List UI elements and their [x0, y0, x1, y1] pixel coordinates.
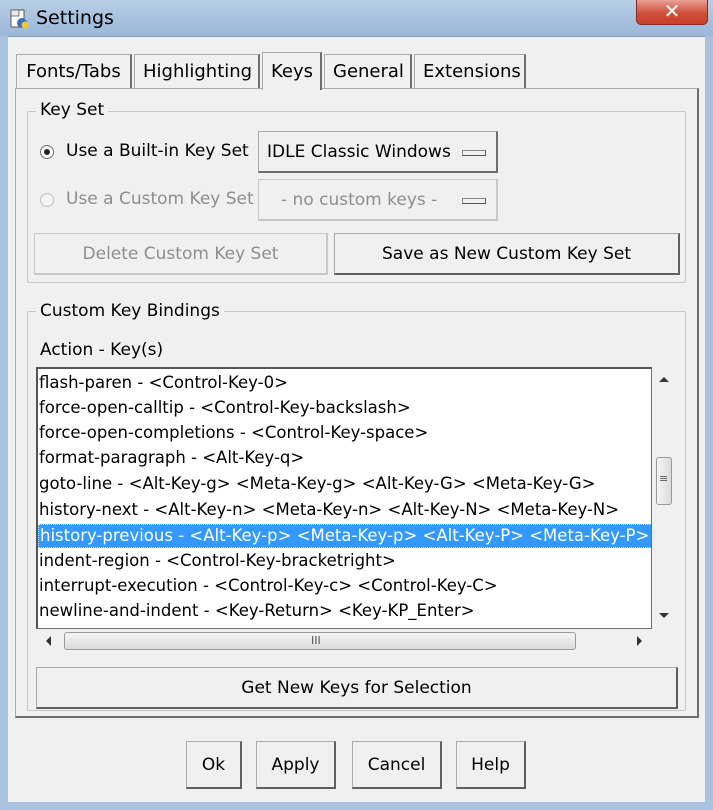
- idle-app-icon: [10, 9, 29, 29]
- close-icon: ✕: [663, 0, 681, 23]
- tab-highlighting[interactable]: Highlighting: [134, 54, 260, 88]
- list-item[interactable]: format-paragraph - <Alt-Key-q>: [38, 446, 651, 470]
- bindings-list-header: Action - Key(s): [40, 340, 164, 360]
- title-bar: Settings ✕: [0, 0, 713, 37]
- horizontal-scrollbar[interactable]: III: [36, 629, 652, 653]
- key-set-legend: Key Set: [36, 100, 109, 120]
- delete-custom-key-set-button[interactable]: Delete Custom Key Set: [34, 233, 328, 275]
- option-menu-indicator-icon: [462, 198, 486, 204]
- window-frame-left: [0, 36, 8, 810]
- scroll-up-arrow-icon[interactable]: [659, 376, 669, 383]
- tab-label: General: [333, 61, 404, 82]
- list-item[interactable]: flash-paren - <Control-Key-0>: [38, 371, 651, 395]
- list-item-selected[interactable]: history-previous - <Alt-Key-p> <Meta-Key…: [38, 524, 651, 548]
- key-bindings-list[interactable]: flash-paren - <Control-Key-0> force-open…: [36, 367, 652, 629]
- ok-button[interactable]: Ok: [186, 741, 242, 789]
- custom-key-set-menu[interactable]: - no custom keys -: [258, 179, 498, 221]
- tab-label: Highlighting: [143, 61, 253, 82]
- radio-dot: [44, 149, 50, 155]
- window-title: Settings: [36, 7, 114, 29]
- cancel-button[interactable]: Cancel: [352, 741, 442, 789]
- builtin-key-set-label[interactable]: Use a Built-in Key Set: [66, 141, 249, 161]
- scroll-grip-icon: ≡: [659, 472, 669, 485]
- builtin-key-set-menu[interactable]: IDLE Classic Windows: [258, 131, 498, 173]
- window-frame-bottom: [0, 802, 713, 810]
- list-item[interactable]: indent-region - <Control-Key-bracketrigh…: [38, 549, 651, 573]
- get-new-keys-button[interactable]: Get New Keys for Selection: [36, 667, 678, 709]
- custom-key-set-value: - no custom keys -: [281, 190, 438, 210]
- tab-extensions[interactable]: Extensions: [414, 54, 526, 88]
- tab-label: Fonts/Tabs: [26, 61, 121, 82]
- save-custom-key-set-button[interactable]: Save as New Custom Key Set: [334, 233, 680, 275]
- tab-keys[interactable]: Keys: [262, 52, 322, 90]
- tab-label: Keys: [271, 61, 314, 82]
- help-button[interactable]: Help: [456, 741, 526, 789]
- list-item[interactable]: force-open-calltip - <Control-Key-backsl…: [38, 396, 651, 420]
- list-item[interactable]: history-next - <Alt-Key-n> <Meta-Key-n> …: [38, 498, 651, 522]
- list-item[interactable]: interrupt-execution - <Control-Key-c> <C…: [38, 574, 651, 598]
- horizontal-scroll-thumb[interactable]: III: [64, 632, 576, 650]
- custom-key-set-radio[interactable]: [40, 193, 54, 207]
- window-frame-right: [705, 36, 713, 810]
- tab-fonts-tabs[interactable]: Fonts/Tabs: [16, 54, 132, 88]
- tab-label: Extensions: [423, 61, 521, 82]
- list-item[interactable]: newline-and-indent - <Key-Return> <Key-K…: [38, 599, 651, 623]
- vertical-scrollbar[interactable]: ≡: [652, 367, 676, 629]
- list-item[interactable]: force-open-completions - <Control-Key-sp…: [38, 421, 651, 445]
- vertical-scroll-thumb[interactable]: ≡: [656, 457, 672, 505]
- close-button[interactable]: ✕: [636, 0, 708, 25]
- apply-button[interactable]: Apply: [256, 741, 336, 789]
- scroll-down-arrow-icon[interactable]: [659, 612, 669, 619]
- custom-key-bindings-legend: Custom Key Bindings: [36, 301, 224, 321]
- scroll-right-arrow-icon[interactable]: [636, 636, 643, 646]
- list-item[interactable]: goto-line - <Alt-Key-g> <Meta-Key-g> <Al…: [38, 472, 651, 496]
- tab-general[interactable]: General: [324, 54, 412, 88]
- scroll-grip-icon: III: [311, 634, 321, 647]
- scroll-left-arrow-icon[interactable]: [45, 636, 52, 646]
- option-menu-indicator-icon: [462, 150, 486, 156]
- builtin-key-set-radio[interactable]: [40, 145, 54, 159]
- builtin-key-set-value: IDLE Classic Windows: [267, 142, 451, 162]
- custom-key-set-label[interactable]: Use a Custom Key Set: [66, 189, 254, 209]
